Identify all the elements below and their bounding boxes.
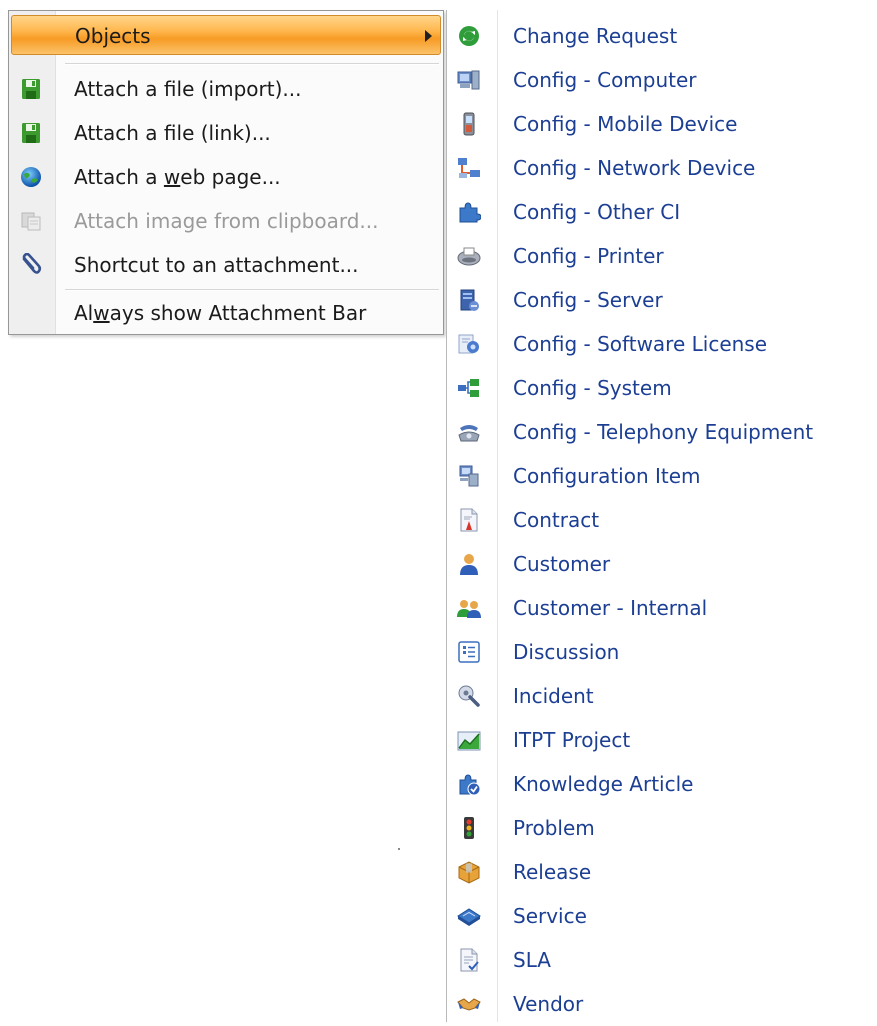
menu-item-attach-image-clipboard: Attach image from clipboard... bbox=[11, 201, 441, 241]
submenu-item-label: Configuration Item bbox=[513, 464, 701, 488]
submenu-item-label: Customer - Internal bbox=[513, 596, 708, 620]
submenu-item-service[interactable]: Service bbox=[447, 894, 877, 938]
menu-item-label: Attach a file (import)... bbox=[74, 77, 302, 101]
menu-item-always-show-attachment-bar[interactable]: Always show Attachment Bar bbox=[11, 293, 441, 333]
contract-icon bbox=[457, 508, 481, 532]
submenu-item-label: ITPT Project bbox=[513, 728, 631, 752]
submenu-item-label: Config - Printer bbox=[513, 244, 664, 268]
submenu-item-release[interactable]: Release bbox=[447, 850, 877, 894]
globe-icon bbox=[19, 165, 43, 189]
incident-icon bbox=[457, 684, 481, 708]
submenu-item-label: Incident bbox=[513, 684, 594, 708]
submenu-item-label: Config - Telephony Equipment bbox=[513, 420, 814, 444]
attachment-context-menu: Objects Attach a file (import)... Attach… bbox=[8, 10, 444, 335]
submenu-item-label: Service bbox=[513, 904, 587, 928]
submenu-item-config-other-ci[interactable]: Config - Other CI bbox=[447, 190, 877, 234]
telephone-icon bbox=[457, 420, 481, 444]
submenu-item-label: Knowledge Article bbox=[513, 772, 694, 796]
submenu-item-config-printer[interactable]: Config - Printer bbox=[447, 234, 877, 278]
printer-icon bbox=[457, 244, 481, 268]
handshake-icon bbox=[457, 992, 481, 1016]
submenu-item-config-software-license[interactable]: Config - Software License bbox=[447, 322, 877, 366]
traffic-light-icon bbox=[457, 816, 481, 840]
objects-submenu: Change Request Config - Computer Config … bbox=[446, 10, 877, 1022]
submenu-item-config-telephony-equipment[interactable]: Config - Telephony Equipment bbox=[447, 410, 877, 454]
menu-item-label: Shortcut to an attachment... bbox=[74, 253, 359, 277]
submenu-item-knowledge-article[interactable]: Knowledge Article bbox=[447, 762, 877, 806]
submenu-item-config-mobile-device[interactable]: Config - Mobile Device bbox=[447, 102, 877, 146]
submenu-item-label: Config - Other CI bbox=[513, 200, 681, 224]
submenu-item-configuration-item[interactable]: Configuration Item bbox=[447, 454, 877, 498]
submenu-item-label: Config - Software License bbox=[513, 332, 768, 356]
submenu-item-itpt-project[interactable]: ITPT Project bbox=[447, 718, 877, 762]
internal-customers-icon bbox=[457, 596, 481, 620]
mobile-device-icon bbox=[457, 112, 481, 136]
submenu-item-label: Problem bbox=[513, 816, 595, 840]
submenu-item-label: Config - System bbox=[513, 376, 672, 400]
submenu-item-customer-internal[interactable]: Customer - Internal bbox=[447, 586, 877, 630]
knowledge-article-icon bbox=[457, 772, 481, 796]
submenu-item-config-computer[interactable]: Config - Computer bbox=[447, 58, 877, 102]
submenu-item-sla[interactable]: SLA bbox=[447, 938, 877, 982]
change-request-icon bbox=[457, 24, 481, 48]
submenu-item-label: Release bbox=[513, 860, 592, 884]
submenu-item-label: Config - Computer bbox=[513, 68, 697, 92]
submenu-item-label: Config - Server bbox=[513, 288, 663, 312]
submenu-item-label: Config - Network Device bbox=[513, 156, 756, 180]
menu-separator bbox=[65, 289, 439, 291]
submenu-item-config-system[interactable]: Config - System bbox=[447, 366, 877, 410]
submenu-arrow-icon bbox=[425, 30, 432, 42]
customer-icon bbox=[457, 552, 481, 576]
computer-icon bbox=[457, 68, 481, 92]
menu-item-label: Attach a web page... bbox=[74, 165, 281, 189]
menu-item-label: Attach a file (link)... bbox=[74, 121, 271, 145]
submenu-item-label: Vendor bbox=[513, 992, 584, 1016]
submenu-item-label: Change Request bbox=[513, 24, 678, 48]
stray-pixel bbox=[398, 848, 400, 850]
release-box-icon bbox=[457, 860, 481, 884]
menu-item-label: Objects bbox=[75, 24, 151, 48]
menu-item-label: Always show Attachment Bar bbox=[74, 301, 367, 325]
server-icon bbox=[457, 288, 481, 312]
submenu-item-incident[interactable]: Incident bbox=[447, 674, 877, 718]
submenu-item-discussion[interactable]: Discussion bbox=[447, 630, 877, 674]
submenu-item-config-server[interactable]: Config - Server bbox=[447, 278, 877, 322]
submenu-item-label: Config - Mobile Device bbox=[513, 112, 738, 136]
system-icon bbox=[457, 376, 481, 400]
submenu-item-config-network-device[interactable]: Config - Network Device bbox=[447, 146, 877, 190]
floppy-disk-icon bbox=[19, 77, 43, 101]
submenu-item-problem[interactable]: Problem bbox=[447, 806, 877, 850]
software-license-icon bbox=[457, 332, 481, 356]
configuration-item-icon bbox=[457, 464, 481, 488]
paperclip-icon bbox=[19, 252, 43, 277]
menu-item-shortcut-attachment[interactable]: Shortcut to an attachment... bbox=[11, 245, 441, 285]
network-device-icon bbox=[457, 156, 481, 180]
submenu-item-label: SLA bbox=[513, 948, 551, 972]
puzzle-icon bbox=[457, 200, 482, 224]
project-chart-icon bbox=[457, 728, 481, 752]
submenu-item-vendor[interactable]: Vendor bbox=[447, 982, 877, 1026]
menu-item-attach-file-import[interactable]: Attach a file (import)... bbox=[11, 69, 441, 109]
submenu-item-customer[interactable]: Customer bbox=[447, 542, 877, 586]
menu-item-attach-web-page[interactable]: Attach a web page... bbox=[11, 157, 441, 197]
clipboard-image-icon bbox=[19, 209, 43, 233]
submenu-item-change-request[interactable]: Change Request bbox=[447, 14, 877, 58]
menu-item-objects[interactable]: Objects bbox=[11, 15, 441, 55]
discussion-icon bbox=[457, 640, 481, 664]
submenu-item-label: Contract bbox=[513, 508, 600, 532]
sla-document-icon bbox=[457, 948, 481, 972]
submenu-item-contract[interactable]: Contract bbox=[447, 498, 877, 542]
submenu-item-label: Customer bbox=[513, 552, 611, 576]
menu-item-attach-file-link[interactable]: Attach a file (link)... bbox=[11, 113, 441, 153]
menu-item-label: Attach image from clipboard... bbox=[74, 209, 379, 233]
menu-separator bbox=[65, 63, 439, 65]
service-book-icon bbox=[457, 904, 481, 928]
floppy-disk-icon bbox=[19, 121, 43, 145]
submenu-item-label: Discussion bbox=[513, 640, 620, 664]
